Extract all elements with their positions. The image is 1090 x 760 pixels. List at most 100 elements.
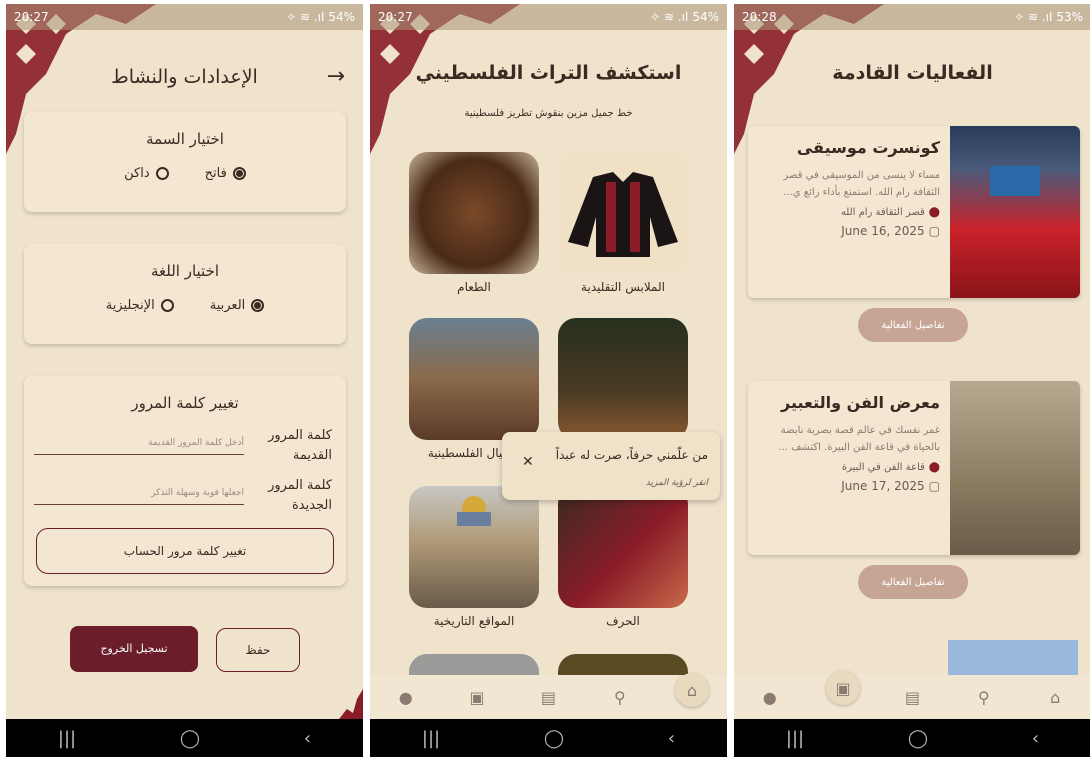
chat-icon[interactable]: ▤ [892, 688, 932, 707]
system-nav-bar: ||| ◯ ‹ [6, 719, 363, 757]
page-title: استكشف التراث الفلسطيني [415, 62, 682, 84]
status-time: 20:27 [14, 10, 49, 24]
generations-image [409, 318, 539, 440]
new-password-input[interactable]: اجعلها قوية وسهلة التذكر [34, 488, 244, 505]
old-password-label: كلمة المرور القديمة [268, 428, 332, 463]
heritage-screen: 20:27 ✧ ≋ .ıl 54% استكشف التراث الفلسطيني… [370, 4, 727, 757]
event-title: معرض الفن والتعبير [781, 393, 940, 412]
chat-icon[interactable]: ▤ [528, 688, 568, 707]
language-heading: اختيار اللغة [150, 262, 220, 280]
home-system-icon[interactable]: ◯ [544, 728, 564, 749]
battery-level: 53% [1056, 10, 1083, 24]
event-date: June 17, 2025 [841, 479, 925, 493]
quote-toast[interactable]: من علّمني حرفاً، صرت له عبداً ✕ انقر لرؤ… [502, 432, 720, 500]
tile-label: الحرف [606, 614, 640, 628]
crafts-image [558, 486, 688, 608]
radio-off-icon [155, 167, 169, 180]
toast-quote: من علّمني حرفاً، صرت له عبداً [555, 448, 708, 462]
calendar-active-icon[interactable]: ▣ [826, 671, 860, 705]
tile-historic-sites[interactable]: المواقع التاريخية [409, 486, 539, 628]
signal-icons: ✧ ≋ .ıl [650, 10, 689, 24]
page-title: الفعاليات القادمة [832, 62, 993, 84]
tile-label: الطعام [457, 280, 491, 294]
tile-food[interactable]: الطعام [409, 152, 539, 294]
status-time: 20:28 [742, 10, 777, 24]
back-system-icon[interactable]: ‹ [304, 728, 311, 749]
event-location: قاعة الفن في البيرة [841, 462, 925, 473]
toast-hint: انقر لرؤية المزيد [645, 478, 708, 488]
profile-icon[interactable]: ● [386, 688, 426, 707]
tile-label: الملابس التقليدية [581, 280, 665, 294]
bottom-nav: ● ▣ ▤ ⚲ [370, 675, 727, 719]
radio-off-icon [160, 299, 174, 312]
save-button[interactable]: حفظ [216, 628, 300, 672]
language-english-label: الإنجليزية [105, 298, 155, 313]
back-system-icon[interactable]: ‹ [1032, 728, 1039, 749]
recents-icon[interactable]: ||| [58, 728, 76, 749]
search-icon[interactable]: ⚲ [600, 688, 640, 707]
signal-icons: ✧ ≋ .ıl [1014, 10, 1053, 24]
calendar-icon[interactable]: ▣ [457, 688, 497, 707]
language-card: اختيار اللغة العربية الإنجليزية [24, 244, 346, 344]
status-bar: 20:28 ✧ ≋ .ıl 53% [734, 4, 1090, 30]
recents-icon[interactable]: ||| [422, 728, 440, 749]
event-date: June 16, 2025 [841, 224, 925, 238]
home-system-icon[interactable]: ◯ [908, 728, 928, 749]
profile-icon[interactable]: ● [750, 688, 790, 707]
settings-screen: 20:27 ✧ ≋ .ıl 54% → الإعدادات والنشاط اخت… [6, 4, 363, 757]
next-card-partial [948, 640, 1078, 680]
status-bar: 20:27 ✧ ≋ .ıl 54% [6, 4, 363, 30]
status-time: 20:27 [378, 10, 413, 24]
event-location: قصر الثقافة رام الله [840, 207, 925, 218]
theme-light-label: فاتح [204, 166, 227, 181]
tile-dance[interactable] [558, 318, 688, 446]
location-pin-icon: ⬤ [928, 462, 940, 473]
language-arabic-radio[interactable]: العربية [210, 298, 265, 313]
battery-level: 54% [328, 10, 355, 24]
theme-dark-radio[interactable]: داكن [124, 166, 169, 181]
location-pin-icon: ⬤ [928, 207, 940, 218]
home-system-icon[interactable]: ◯ [180, 728, 200, 749]
dance-image [558, 318, 688, 440]
change-password-button[interactable]: تغيير كلمة مرور الحساب [36, 528, 334, 574]
status-bar: 20:27 ✧ ≋ .ıl 54% [370, 4, 727, 30]
tile-label: المواقع التاريخية [433, 614, 515, 628]
events-screen: 20:28 ✧ ≋ .ıl 53% الفعاليات القادمة كونسر… [734, 4, 1090, 757]
historic-sites-image [409, 486, 539, 608]
event-card[interactable]: معرض الفن والتعبير غمر نفسك في عالم قصة … [748, 381, 1080, 555]
password-heading: تغيير كلمة المرور [131, 394, 239, 412]
food-image [409, 152, 539, 274]
recents-icon[interactable]: ||| [786, 728, 804, 749]
home-icon[interactable]: ⌂ [1035, 688, 1075, 707]
calendar-icon: ▢ [928, 479, 940, 493]
search-icon[interactable]: ⚲ [964, 688, 1004, 707]
clothes-image [558, 152, 688, 274]
event-details-button[interactable]: تفاصيل الفعالية [858, 308, 968, 342]
close-icon[interactable]: ✕ [522, 454, 534, 470]
new-password-label: كلمة المرور الجديدة [268, 478, 332, 513]
bottom-nav: ● ▤ ⚲ ⌂ [734, 675, 1090, 719]
theme-dark-label: داكن [124, 166, 150, 181]
event-description: غمر نفسك في عالم قصة بصرية نابضة بالحياة… [778, 425, 940, 453]
system-nav-bar: ||| ◯ ‹ [370, 719, 727, 757]
page-title: الإعدادات والنشاط [111, 66, 258, 88]
concert-hall-image [950, 126, 1080, 298]
event-details-button[interactable]: تفاصيل الفعالية [858, 565, 968, 599]
back-system-icon[interactable]: ‹ [668, 728, 675, 749]
system-nav-bar: ||| ◯ ‹ [734, 719, 1090, 757]
tile-crafts[interactable]: الحرف [558, 486, 688, 628]
home-icon[interactable]: ⌂ [675, 673, 709, 707]
event-description: مساء لا ينسى من الموسيقى في قصر الثقافة … [783, 170, 940, 198]
art-gallery-image [950, 381, 1080, 555]
logout-button[interactable]: تسجيل الخروج [70, 626, 198, 672]
language-english-radio[interactable]: الإنجليزية [106, 298, 174, 313]
password-card: تغيير كلمة المرور كلمة المرور القديمة أد… [24, 376, 346, 586]
language-arabic-label: العربية [209, 298, 246, 313]
corner-embroidery-icon [339, 689, 363, 719]
calendar-icon: ▢ [928, 224, 940, 238]
radio-on-icon [251, 299, 265, 312]
tile-traditional-clothes[interactable]: الملابس التقليدية [558, 152, 688, 294]
battery-level: 54% [692, 10, 719, 24]
old-password-input[interactable]: أدخل كلمة المرور القديمة [34, 438, 244, 455]
theme-light-radio[interactable]: فاتح [205, 166, 246, 181]
